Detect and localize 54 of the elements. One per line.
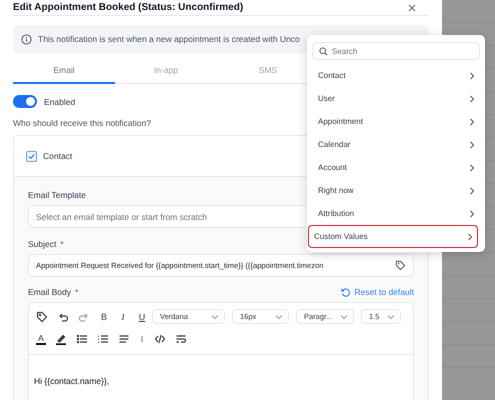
info-icon <box>21 34 32 44</box>
tag-icon[interactable] <box>395 260 406 271</box>
chevron-right-icon <box>469 72 475 80</box>
chevron-down-icon <box>275 312 283 320</box>
required-mark: * <box>60 239 64 249</box>
question-label: Who should receive this notification? <box>13 118 151 128</box>
chevron-right-icon <box>469 210 475 218</box>
check-icon <box>28 152 35 160</box>
numbered-list-icon[interactable] <box>97 333 109 345</box>
tag-icon[interactable] <box>36 310 48 322</box>
format-button[interactable]: I <box>118 312 128 322</box>
toggle-label: Enabled <box>44 96 76 106</box>
toggle-switch[interactable] <box>13 95 37 108</box>
info-text: This notification is sent when a new appointment is created with Unco <box>38 34 300 44</box>
wrap-icon[interactable] <box>175 333 187 345</box>
required-mark: * <box>75 287 78 297</box>
field-label: Email Template <box>28 190 86 200</box>
menu-item[interactable]: Calendar <box>312 133 480 156</box>
code-icon[interactable] <box>154 333 166 345</box>
format-button[interactable]: U <box>137 312 147 322</box>
menu-item[interactable]: Right now <box>312 179 480 202</box>
field-label: Email Body <box>28 287 71 297</box>
menu-item[interactable]: Account <box>312 156 480 179</box>
search-field[interactable]: Search <box>312 42 480 60</box>
tab[interactable]: Email <box>13 60 115 84</box>
format-button[interactable]: B <box>99 312 109 322</box>
chevron-down-icon <box>340 312 348 320</box>
undo-icon[interactable] <box>57 310 69 322</box>
menu-item[interactable]: Contact <box>312 64 480 87</box>
bullet-list-icon[interactable] <box>76 333 88 345</box>
close-icon[interactable] <box>408 4 416 12</box>
search-input[interactable]: Search <box>332 43 473 59</box>
checkbox[interactable] <box>26 150 37 162</box>
chevron-down-icon <box>387 312 395 320</box>
editor-text: Hi {{contact.name}}, <box>33 375 110 386</box>
align-icon[interactable] <box>118 333 130 345</box>
field-label: Subject <box>28 239 56 249</box>
reset-link[interactable]: Reset to default <box>341 287 414 297</box>
chevron-right-icon <box>469 118 475 126</box>
chevron-right-icon <box>469 140 475 148</box>
checkbox-label: Contact <box>43 151 72 161</box>
chevron-right-icon <box>469 164 475 172</box>
menu-item[interactable]: User <box>312 87 480 110</box>
chevron-right-icon <box>467 232 473 240</box>
search-icon <box>319 46 328 56</box>
modal-title: Edit Appointment Booked (Status: Unconfirmed) <box>13 2 244 13</box>
chevron-down-icon <box>211 312 219 320</box>
menu-item[interactable]: Appointment <box>312 110 480 133</box>
reset-icon <box>341 288 350 296</box>
menu-item[interactable]: Custom Values <box>308 225 478 248</box>
chevron-right-icon <box>469 94 475 102</box>
highlighter-icon[interactable] <box>55 333 67 345</box>
chevron-right-icon <box>469 186 475 194</box>
text-color-button[interactable]: A <box>36 334 46 344</box>
